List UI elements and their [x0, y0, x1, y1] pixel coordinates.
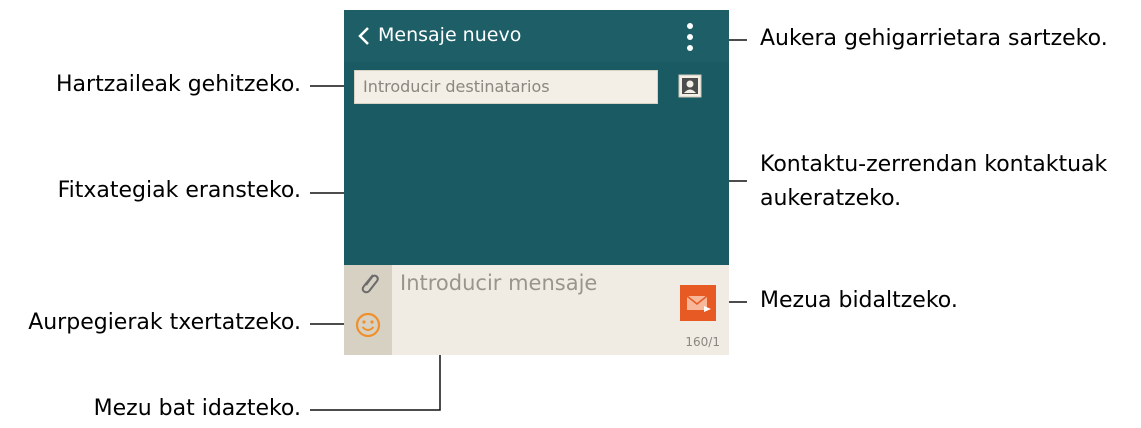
compose-bar: Introducir mensaje 160/1: [344, 265, 729, 355]
app-header: Mensaje nuevo: [344, 10, 729, 62]
callout-insert-emoticons: Aurpegierak txertatzeko.: [28, 310, 301, 335]
page-title: Mensaje nuevo: [378, 24, 522, 46]
phone-screen: Mensaje nuevo Introducir destinatarios I…: [344, 10, 729, 355]
callout-contacts-line1: Kontaktu-zerrendan kontaktuak: [760, 152, 1108, 177]
recipient-input[interactable]: Introducir destinatarios: [354, 70, 658, 104]
more-vert-icon[interactable]: [680, 20, 700, 54]
compose-tools: [344, 265, 392, 355]
callout-write-message: Mezu bat idazteko.: [93, 396, 301, 421]
callout-attach-files: Fitxategiak eransteko.: [57, 178, 301, 203]
smiley-icon[interactable]: [354, 311, 382, 339]
message-input[interactable]: Introducir mensaje: [400, 271, 597, 295]
chevron-left-icon[interactable]: [354, 24, 374, 48]
callout-send-message: Mezua bidaltzeko.: [760, 288, 958, 313]
contacts-icon[interactable]: [678, 74, 702, 98]
paperclip-icon[interactable]: [358, 271, 380, 297]
char-counter: 160/1: [685, 335, 720, 349]
callout-add-recipients: Hartzaileak gehitzeko.: [56, 72, 301, 97]
envelope-send-icon[interactable]: [680, 285, 716, 321]
callout-more-options: Aukera gehigarrietara sartzeko.: [760, 26, 1108, 51]
callout-contacts-line2: aukeratzeko.: [760, 186, 902, 211]
